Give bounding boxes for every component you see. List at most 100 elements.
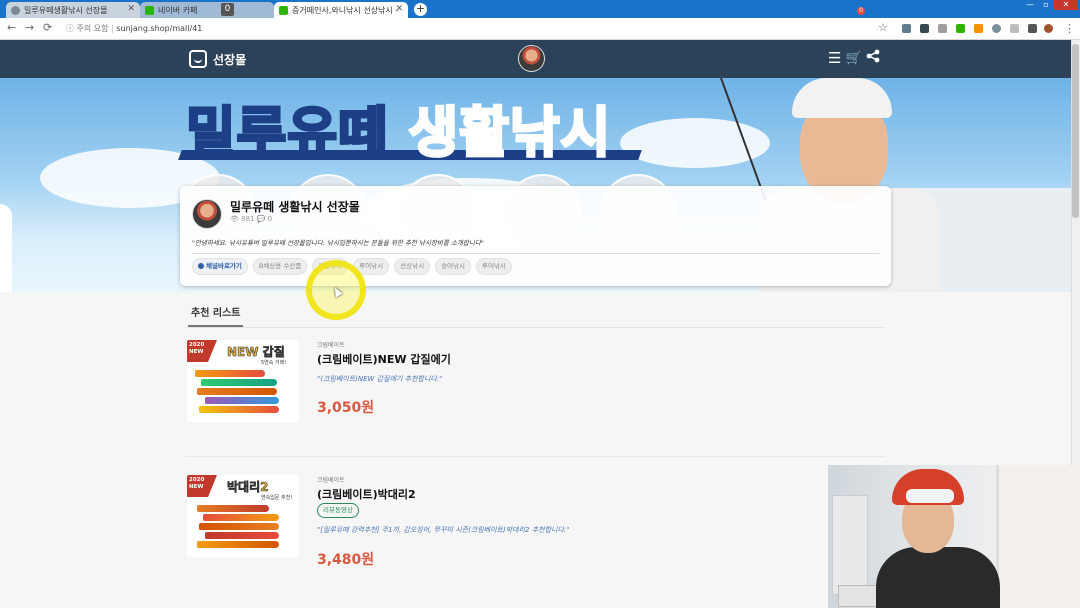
lure-shape [195,370,265,377]
views-count: 881 [241,215,255,223]
puzzle-icon[interactable] [1028,24,1037,33]
plus-circle-icon [198,263,204,269]
heart-icon[interactable]: ♥ [873,190,883,203]
extension-icon[interactable] [1010,24,1019,33]
divider [185,327,885,328]
presenter-body-shape [876,547,1000,608]
reload-icon[interactable]: ⟳ [43,21,52,34]
store-greeting: "안녕하세요. 낚시유튜버 밀루유떼 선장몰입니다. 낚시입문하시는 분들을 위… [192,239,484,247]
tab-title: 네이버 카페 [158,5,198,15]
background-door-shape [832,495,868,595]
site-logo[interactable]: 선장몰 [189,50,246,68]
extension-icon[interactable] [920,24,929,33]
cloud-shape [620,118,770,168]
cart-icon[interactable]: 🛒 [845,51,861,66]
fisherman-cap-shape [792,78,892,118]
url-field[interactable]: ⓘ 주의 요함 | sunjang.shop/mall/41 [66,23,202,34]
thumb-headline: 박대리2 [227,480,269,495]
product-brand: 크림베이트 [317,342,345,349]
browser-tab[interactable]: 네이버 카페 [140,2,274,18]
extension-icon[interactable] [992,24,1001,33]
browser-tab-bar: 밀루유떼생활낚시 선장몰 ✕ 네이버 카페 0 증거떼인사,와니낚시 선상낚시 … [0,0,1080,18]
extension-icon[interactable] [938,24,947,33]
channel-link-button[interactable]: 채널바로가기 [192,258,248,275]
lure-shape [199,523,279,530]
category-chip[interactable]: 선상낚시 [394,258,431,275]
background-shelf-shape [996,465,1080,608]
naver-cafe-favicon-icon [145,5,154,15]
forward-arrow-icon[interactable]: → [25,21,34,34]
security-label: 주의 요함 [76,24,109,33]
store-stats: 👁 881 💬 0 [230,215,272,223]
banner-title-blue: 생활낚시 [407,100,612,166]
new-tab-button[interactable]: + [414,3,427,16]
thumb-new: NEW [189,349,204,355]
close-tab-icon[interactable]: ✕ [395,4,403,14]
profile-avatar-icon[interactable] [1044,24,1053,33]
review-video-badge[interactable]: 리뷰동영상 [317,503,359,518]
lure-shape [197,541,279,548]
extension-icon[interactable] [956,24,965,33]
back-arrow-icon[interactable]: ← [7,21,16,34]
product-name[interactable]: (크림베이트)박대리2 [317,486,416,502]
list-item[interactable]: 2020 NEW NEW 갑질 5연속 거래! 크림베이트 (크림베이트)NEW… [187,340,877,450]
banner-title-yellow: 밀루유떼 [185,100,390,166]
comments-count: 0 [267,215,273,223]
thumb-new: NEW [189,484,204,490]
extension-icon[interactable] [974,24,983,33]
profile-favicon-icon [11,5,20,15]
logo-text: 선장몰 [213,52,247,67]
store-name: 밀루유떼 생활낚시 선장몰 [230,200,360,214]
avatar[interactable] [192,199,222,229]
thumb-subline: 연속입문 추천! [261,495,293,501]
address-bar: ← → ⟳ ⓘ 주의 요함 | sunjang.shop/mall/41 ☆ ⋮ [0,18,1080,40]
presenter-cap-shape [892,469,964,505]
browser-tab-active[interactable]: 증거떼인사,와니낚시 선상낚시 - ✕ [274,2,408,18]
thumb-subline: 5연속 거래! [261,360,287,366]
webcam-overlay [828,465,1080,608]
tab-title: 밀루유떼생활낚시 선장몰 [24,5,108,15]
share-icon[interactable] [866,49,880,67]
star-icon[interactable]: ☆ [878,21,888,34]
more-menu-icon[interactable]: ⋮ [1064,22,1075,35]
minimize-window-icon[interactable]: — [1022,0,1038,10]
lure-shape [205,532,279,539]
divider [185,456,885,457]
tab-count-badge: 0 [221,3,234,16]
info-icon[interactable]: ⓘ [66,24,74,33]
close-tab-icon[interactable]: ✕ [127,4,135,14]
product-brand: 크림베이트 [317,477,345,484]
tab-title: 증거떼인사,와니낚시 선상낚시 - [292,5,399,15]
eye-icon: 👁 [230,215,239,223]
lure-shape [197,388,277,395]
extension-icon[interactable] [902,24,911,33]
category-chip[interactable]: 루어낚시 [475,258,512,275]
category-chip[interactable]: 숭어낚시 [435,258,471,275]
banner-edge-shape [0,204,12,292]
scrollbar-thumb[interactable] [1072,44,1079,218]
thumb-corner-badge: 2020 NEW [187,340,217,362]
product-thumbnail[interactable]: 2020 NEW NEW 갑질 5연속 거래! [187,340,299,422]
product-price: 3,480원 [317,552,375,568]
logo-mark-icon [189,50,207,68]
browser-tab[interactable]: 밀루유떼생활낚시 선장몰 ✕ [6,2,140,18]
lure-shape [199,406,279,413]
lure-shape [203,514,279,521]
maximize-window-icon[interactable]: ▫ [1038,0,1054,10]
category-chip[interactable]: B채상용 수산품 [252,258,308,275]
thumb-year: 2020 [189,477,205,483]
url-text: sunjang.shop/mall/41 [116,24,203,33]
list-item[interactable]: 2020 NEW 박대리2 연속입문 추천! 크림베이트 (크림베이트)박대리2… [187,475,877,585]
tab-recommend-list[interactable]: 추천 리스트 [188,304,244,327]
product-name[interactable]: (크림베이트)NEW 갑질에기 [317,351,451,367]
cart-count-badge: 0 [857,7,865,15]
product-description: "(크림베이트)NEW 갑질에기 추천합니다." [317,375,443,383]
close-window-icon[interactable]: ✕ [1054,0,1078,10]
avatar[interactable] [518,45,545,72]
site-header: 선장몰 ☰ 🛒 [0,40,1071,78]
product-thumbnail[interactable]: 2020 NEW 박대리2 연속입문 추천! [187,475,299,557]
menu-icon[interactable]: ☰ [828,49,841,67]
thumb-year: 2020 [189,342,205,348]
thumb-headline: NEW 갑질 [227,345,285,360]
product-description: "[밀루유떼 강력추천] 주1끼, 갑오징어, 쭈꾸미 시즌(크림베이트)박대리… [317,526,570,534]
